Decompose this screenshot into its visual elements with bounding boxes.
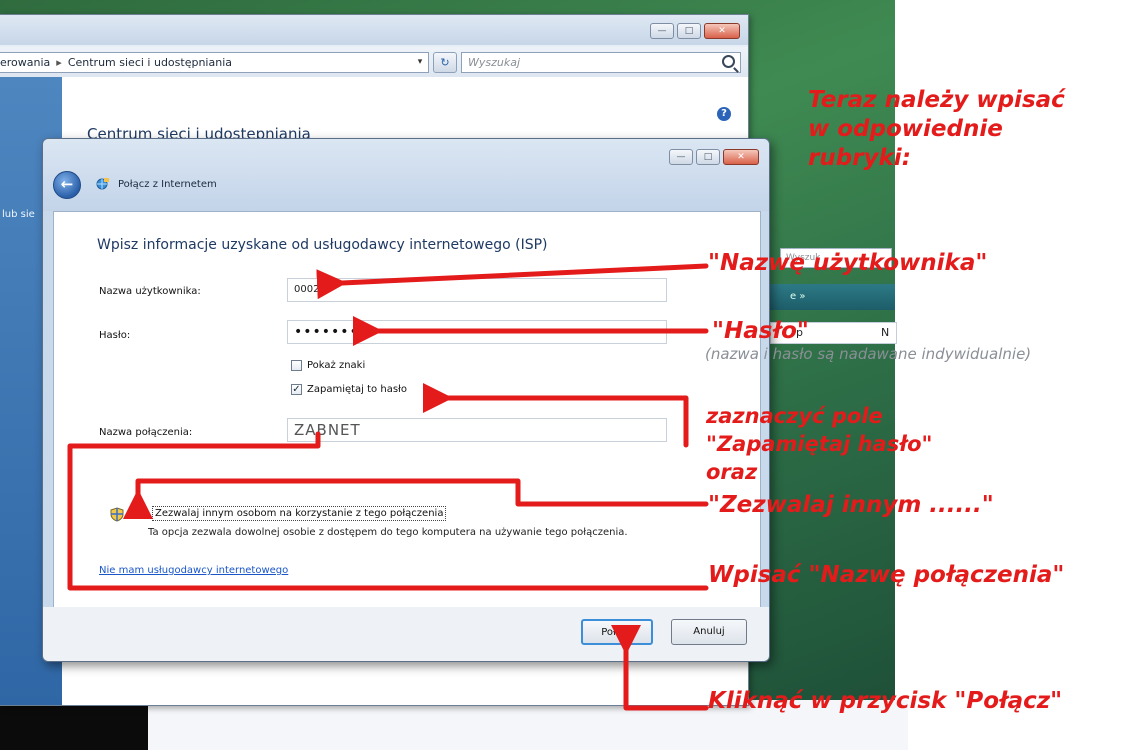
annotation-allow: "Zezwalaj innym ......" <box>708 492 994 518</box>
address-bar[interactable]: erowania ▸ Centrum sieci i udostępniania ▾ <box>0 52 429 73</box>
no-isp-link[interactable]: Nie mam usługodawcy internetowego <box>99 565 288 576</box>
password-field[interactable]: ••••••••• <box>287 320 667 344</box>
annotation-check-line3: oraz <box>706 460 758 484</box>
annotation-intro-line1: Teraz należy wpisać <box>808 87 1065 113</box>
dialog-maximize-button[interactable]: □ <box>696 149 720 165</box>
annotation-username: "Nazwę użytkownika" <box>708 250 988 276</box>
maximize-button[interactable]: □ <box>677 23 701 39</box>
remember-password-label: Zapamiętaj to hasło <box>307 384 407 395</box>
dialog-close-button[interactable]: ✕ <box>723 149 759 165</box>
taskbar-fragment <box>0 700 148 750</box>
username-label: Nazwa użytkownika: <box>99 286 201 297</box>
remember-password-row[interactable]: ✓ Zapamiętaj to hasło <box>291 384 407 395</box>
show-chars-checkbox[interactable] <box>291 360 302 371</box>
refresh-button[interactable]: ↻ <box>433 52 457 73</box>
allow-others-description: Ta opcja zezwala dowolnej osobie z dostę… <box>148 527 628 538</box>
dialog-minimize-button[interactable]: — <box>669 149 693 165</box>
chevron-down-icon[interactable]: ▾ <box>412 53 428 72</box>
back-arrow-button[interactable]: ← <box>53 171 81 199</box>
connection-name-field[interactable]: ZABNET <box>287 418 667 442</box>
annotation-password-note: (nazwa i hasło są nadawane indywidualnie… <box>705 345 1032 363</box>
annotation-intro: Teraz należy wpisać w odpowiednie rubryk… <box>808 86 1065 173</box>
shield-icon <box>110 507 124 522</box>
search-icon[interactable] <box>722 55 735 68</box>
allow-others-checkbox[interactable]: ✓ <box>136 508 147 519</box>
show-chars-row[interactable]: Pokaż znaki <box>291 360 365 371</box>
search-input[interactable]: Wyszukaj <box>461 52 741 73</box>
left-pane-text[interactable]: lub sie <box>2 209 35 220</box>
connection-name-label: Nazwa połączenia: <box>99 427 193 438</box>
username-field[interactable]: 0002 <box>287 278 667 302</box>
connect-button[interactable]: Połącz <box>581 619 653 645</box>
dialog-window-controls: — □ ✕ <box>669 149 759 165</box>
background-cell-b: N <box>881 326 890 339</box>
help-icon[interactable]: ? <box>717 107 731 121</box>
dialog-title: Połącz z Internetem <box>118 179 217 190</box>
window-titlebar: — □ ✕ <box>0 15 748 45</box>
dialog-heading: Wpisz informacje uzyskane od usługodawcy… <box>97 237 548 253</box>
cancel-button[interactable]: Anuluj <box>671 619 747 645</box>
password-label: Hasło: <box>99 330 131 341</box>
search-placeholder: Wyszukaj <box>468 56 521 69</box>
allow-others-label: Zezwalaj innym osobom na korzystanie z t… <box>152 506 447 521</box>
network-icon <box>96 178 109 190</box>
annotation-check-line2: "Zapamiętaj hasło" <box>706 432 933 456</box>
show-chars-label: Pokaż znaki <box>307 360 366 371</box>
dialog-footer: Połącz Anuluj <box>43 607 769 661</box>
annotation-click-connect: Kliknąć w przycisk "Połącz" <box>708 688 1063 714</box>
background-toolbar: e » <box>770 284 895 310</box>
annotation-check: zaznaczyć pole "Zapamiętaj hasło" oraz <box>706 402 932 486</box>
remember-password-checkbox[interactable]: ✓ <box>291 384 302 395</box>
annotation-password: "Hasło" <box>712 318 809 344</box>
breadcrumb-separator-icon: ▸ <box>56 56 62 69</box>
dialog-titlebar: — □ ✕ ← Połącz z Internetem <box>43 139 769 211</box>
connect-dialog: — □ ✕ ← Połącz z Internetem Wpisz inform… <box>42 138 770 662</box>
annotation-intro-line2: w odpowiednie <box>808 116 1003 142</box>
annotation-intro-line3: rubryki: <box>808 145 911 171</box>
breadcrumb-parent[interactable]: erowania <box>0 56 50 69</box>
annotation-connection-name: Wpisać "Nazwę połączenia" <box>708 562 1065 588</box>
dialog-body: Wpisz informacje uzyskane od usługodawcy… <box>53 211 761 608</box>
allow-others-row[interactable]: ✓ Zezwalaj innym osobom na korzystanie z… <box>136 506 447 521</box>
annotation-check-line1: zaznaczyć pole <box>706 404 883 428</box>
minimize-button[interactable]: — <box>650 23 674 39</box>
window-controls: — □ ✕ <box>650 23 740 39</box>
close-button[interactable]: ✕ <box>704 23 740 39</box>
breadcrumb-current[interactable]: Centrum sieci i udostępniania <box>68 56 232 69</box>
address-row: erowania ▸ Centrum sieci i udostępniania ▾… <box>0 47 748 77</box>
